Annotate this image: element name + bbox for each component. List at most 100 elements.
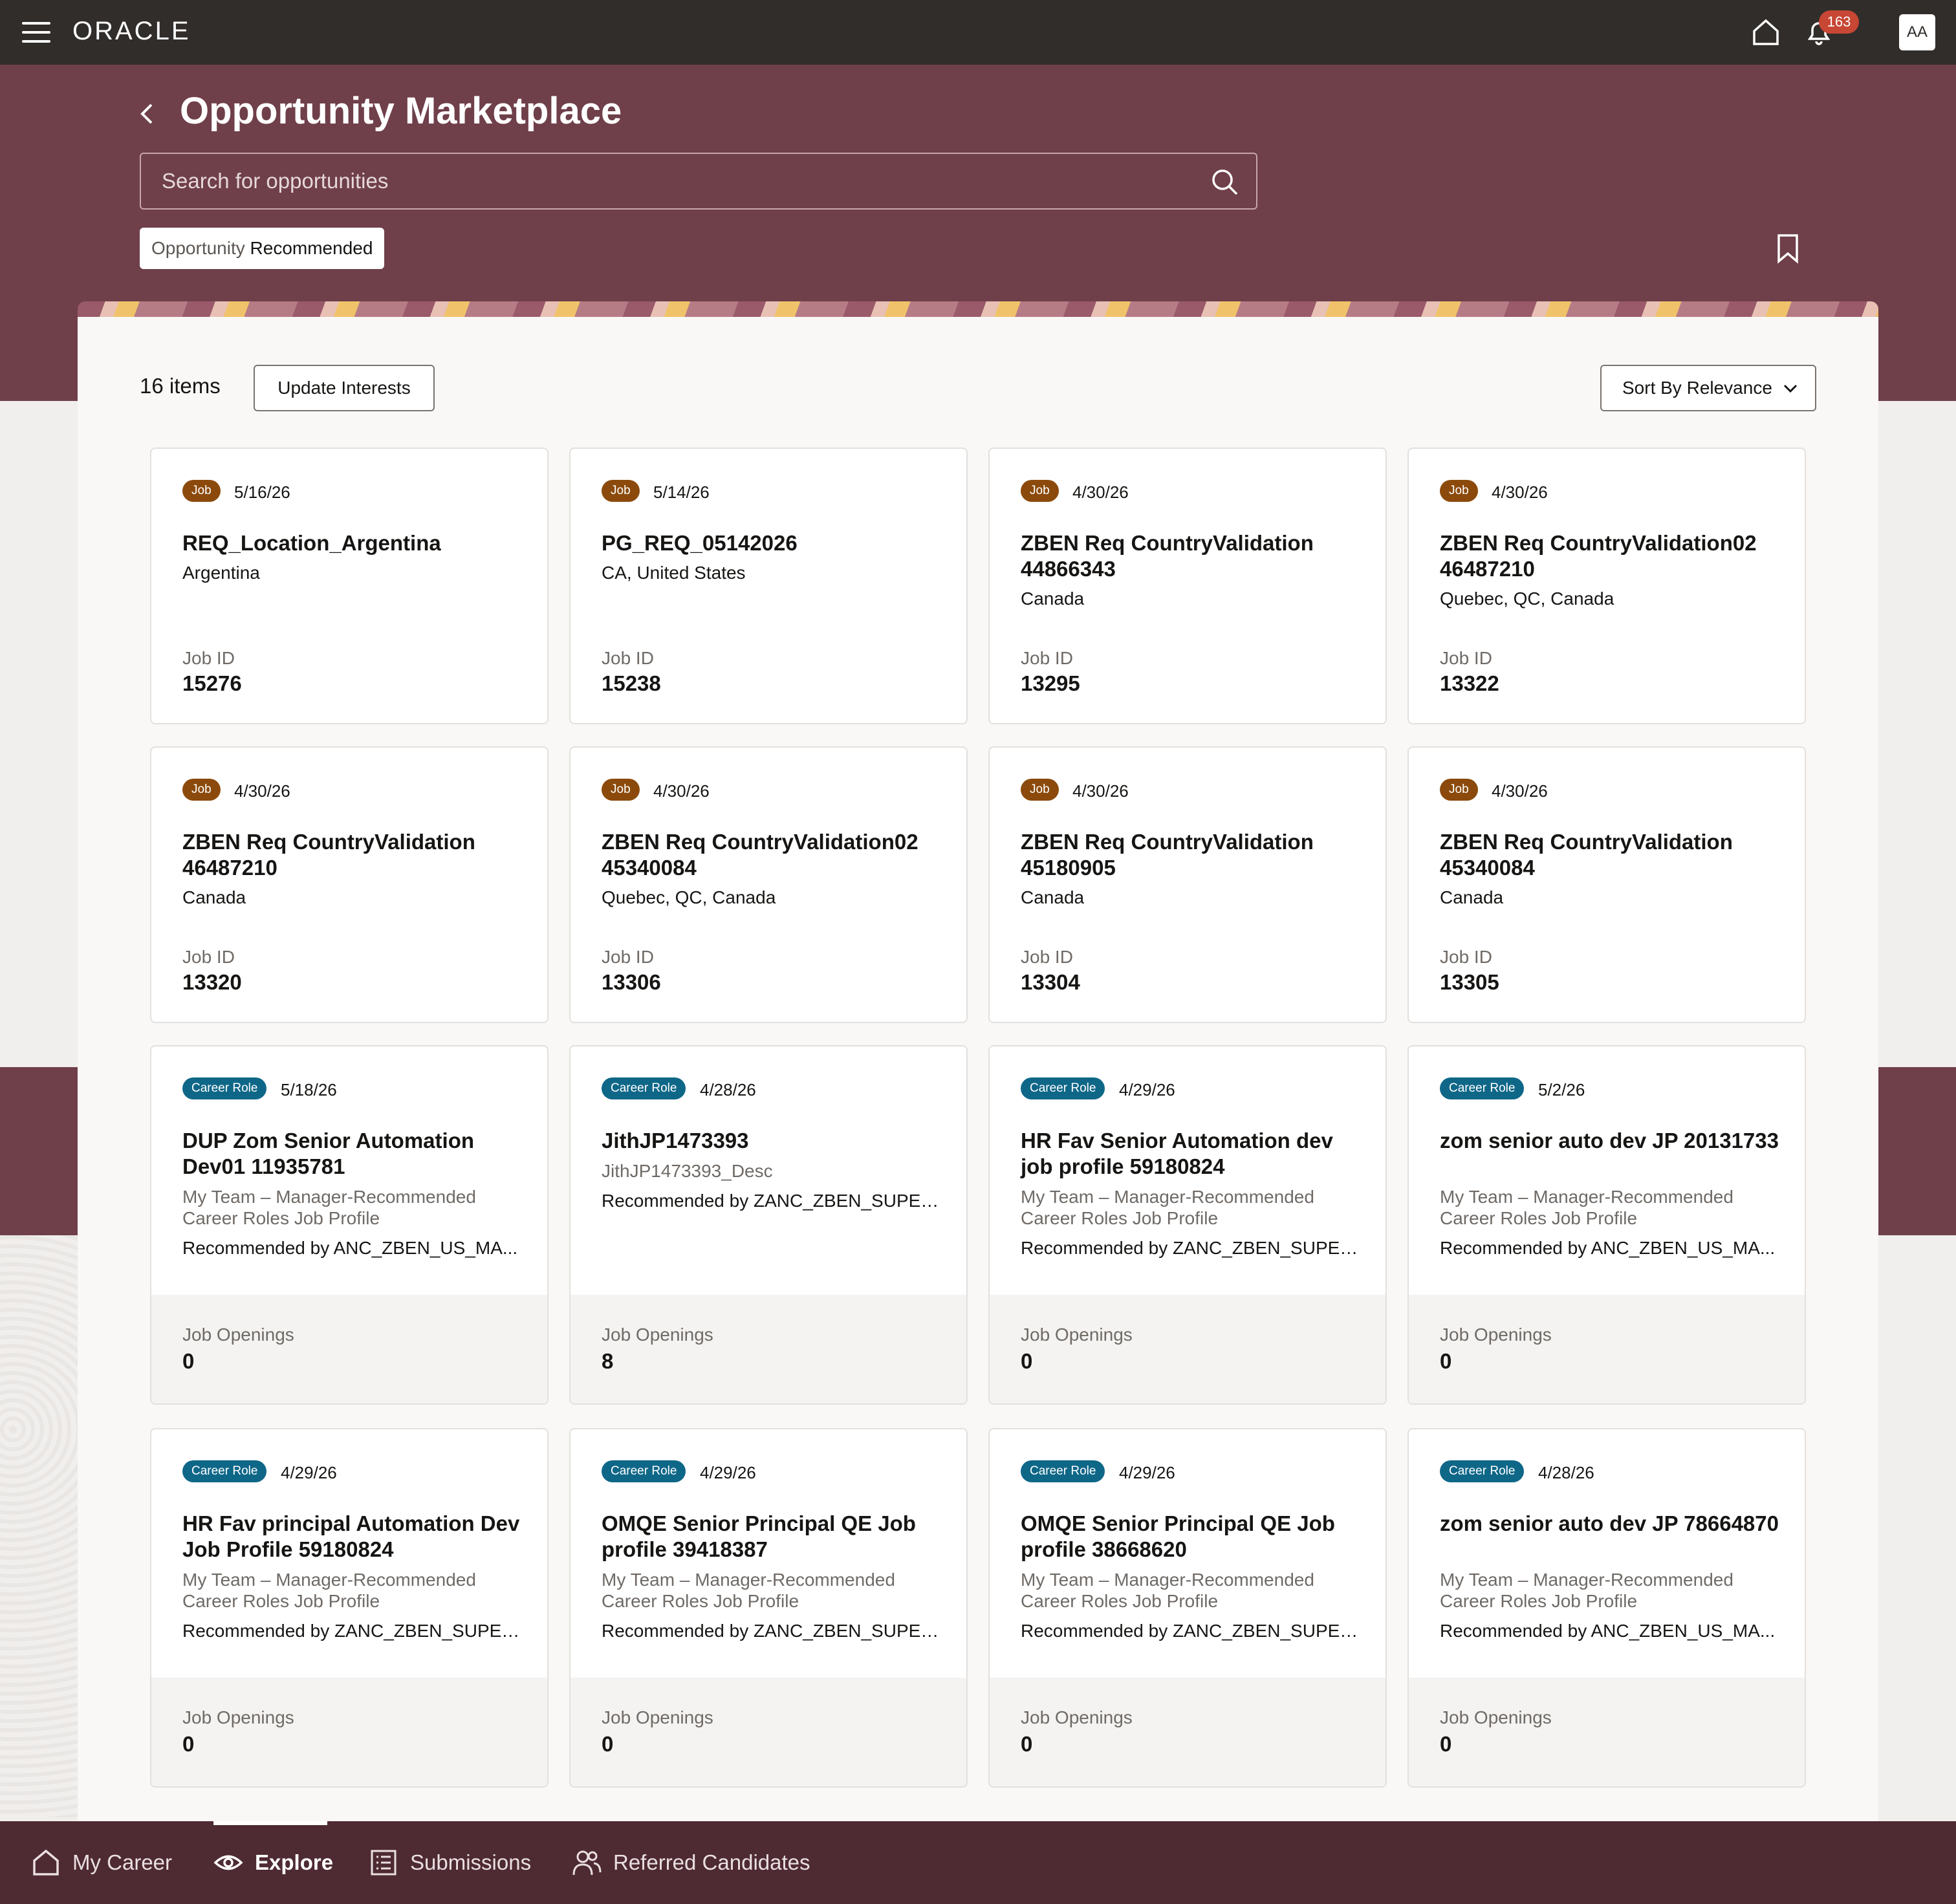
user-avatar[interactable]: AA [1899,14,1935,50]
filter-chip-opportunity[interactable]: Opportunity Recommended [140,228,385,269]
opportunity-title[interactable]: HR Fav principal Automation Dev Job Prof… [182,1511,532,1563]
opportunity-description: My Team – Manager-Recommended Career Rol… [1021,1187,1314,1228]
opportunity-title[interactable]: ZBEN Req CountryValidation 46487210 [182,829,532,881]
sort-dropdown[interactable]: Sort By Relevance [1600,365,1816,411]
posted-date: 4/28/26 [700,1080,756,1099]
opportunity-title[interactable]: HR Fav Senior Automation dev job profile… [1021,1128,1370,1180]
opportunity-title[interactable]: PG_REQ_05142026 [602,530,951,556]
job-openings-value: 0 [1440,1732,1452,1756]
recommended-by: Recommended by ZANC_ZBEN_SUPER... [1021,1238,1364,1258]
filter-chip-label: Opportunity [151,238,245,258]
nav-referred-candidates[interactable]: Referred Candidates [572,1821,810,1904]
location: Argentina [182,563,260,583]
global-header: ORACLE 163 AA [0,0,1956,65]
location: Quebec, QC, Canada [602,887,776,907]
recommended-by: Recommended by ANC_ZBEN_US_MA... [182,1238,518,1258]
posted-date: 4/29/26 [281,1463,337,1482]
opportunity-type-tag: Career Role [1021,1077,1105,1099]
opportunity-type-tag: Job [1021,480,1059,502]
opportunity-card[interactable]: Job 4/30/26 ZBEN Req CountryValidation 453… [1407,746,1806,1023]
opportunity-title[interactable]: ZBEN Req CountryValidation 45180905 [1021,829,1370,881]
job-openings-label: Job Openings [1021,1325,1133,1345]
opportunity-type-tag: Job [182,779,221,801]
job-openings-label: Job Openings [1440,1325,1552,1345]
job-id-value: 15276 [182,671,242,695]
opportunity-title[interactable]: OMQE Senior Principal QE Job profile 386… [1021,1511,1370,1563]
opportunity-title[interactable]: OMQE Senior Principal QE Job profile 394… [602,1511,951,1563]
people-icon [572,1850,602,1876]
opportunity-title[interactable]: zom senior auto dev JP 78664870 [1440,1511,1789,1537]
oracle-logo[interactable]: ORACLE [72,17,191,46]
opportunity-type-tag: Career Role [1021,1460,1105,1482]
nav-label: Referred Candidates [613,1850,810,1874]
opportunity-card[interactable]: Job 4/30/26 ZBEN Req CountryValidation02 4… [569,746,968,1023]
posted-date: 4/28/26 [1538,1463,1594,1482]
chevron-down-icon [1783,384,1798,393]
job-openings-label: Job Openings [1440,1707,1552,1727]
opportunity-card[interactable]: Career Role 5/18/26 DUP Zom Senior Automat… [150,1045,549,1405]
job-openings-value: 0 [182,1349,195,1373]
opportunity-card[interactable]: Job 4/30/26 ZBEN Req CountryValidation 448… [988,448,1387,724]
job-openings-label: Job Openings [602,1707,713,1727]
opportunity-card[interactable]: Career Role 4/29/26 HR Fav principal Autom… [150,1428,549,1788]
recommended-by: Recommended by ANC_ZBEN_US_MA... [1440,1238,1776,1258]
opportunity-card[interactable]: Career Role 4/28/26 JithJP1473393 JithJP147… [569,1045,968,1405]
opportunity-card[interactable]: Career Role 4/29/26 OMQE Senior Principal … [569,1428,968,1788]
location: CA, United States [602,563,746,583]
opportunity-card[interactable]: Career Role 4/29/26 HR Fav Senior Automati… [988,1045,1387,1405]
job-id-label: Job ID [1021,648,1073,668]
bottom-navigation: My Career Explore Submissions Referred C… [0,1821,1956,1904]
card-footer [990,1295,1386,1403]
opportunity-type-tag: Job [602,779,640,801]
opportunity-type-tag: Job [602,480,640,502]
opportunity-description: My Team – Manager-Recommended Career Rol… [182,1187,476,1228]
opportunity-card[interactable]: Career Role 4/28/26 zom senior auto dev JP… [1407,1428,1806,1788]
posted-date: 4/30/26 [1072,482,1129,502]
bookmark-icon[interactable] [1775,233,1801,264]
search-input[interactable] [141,154,1256,208]
opportunity-description: My Team – Manager-Recommended Career Rol… [602,1570,895,1611]
opportunity-title[interactable]: ZBEN Req CountryValidation 45340084 [1440,829,1789,881]
nav-explore[interactable]: Explore [213,1821,333,1904]
opportunity-card[interactable]: Job 4/30/26 ZBEN Req CountryValidation 464… [150,746,549,1023]
opportunity-card[interactable]: Job 5/16/26 REQ_Location_Argentina Argentin… [150,448,549,724]
job-openings-value: 8 [602,1349,614,1373]
opportunity-title[interactable]: REQ_Location_Argentina [182,530,532,556]
opportunity-title[interactable]: ZBEN Req CountryValidation02 46487210 [1440,530,1789,582]
nav-submissions[interactable]: Submissions [369,1821,531,1904]
opportunity-type-tag: Career Role [602,1077,686,1099]
opportunity-card[interactable]: Career Role 4/29/26 OMQE Senior Principal … [988,1428,1387,1788]
update-interests-button[interactable]: Update Interests [254,365,435,411]
opportunity-title[interactable]: zom senior auto dev JP 20131733 [1440,1128,1789,1154]
nav-label: Submissions [410,1850,532,1874]
page-title: Opportunity Marketplace [180,90,622,132]
job-id-value: 13295 [1021,671,1080,695]
opportunity-title[interactable]: JithJP1473393 [602,1128,951,1154]
opportunity-card[interactable]: Career Role 5/2/26 zom senior auto dev JP … [1407,1045,1806,1405]
opportunity-type-tag: Job [1021,779,1059,801]
job-id-value: 13322 [1440,671,1499,695]
back-arrow-icon[interactable] [135,98,160,129]
opportunity-card[interactable]: Job 4/30/26 ZBEN Req CountryValidation02 4… [1407,448,1806,724]
opportunity-description: My Team – Manager-Recommended Career Rol… [1440,1187,1733,1228]
home-icon[interactable] [1750,17,1781,48]
card-footer [570,1295,966,1403]
card-footer [570,1678,966,1786]
opportunity-card[interactable]: Job 4/30/26 ZBEN Req CountryValidation 451… [988,746,1387,1023]
job-id-label: Job ID [602,947,654,967]
nav-my-career[interactable]: My Career [31,1821,172,1904]
items-count: 16 items [140,374,221,398]
hamburger-menu-icon[interactable] [22,22,50,43]
job-id-value: 13320 [182,970,242,994]
card-footer [151,1295,547,1403]
posted-date: 5/2/26 [1538,1080,1585,1099]
opportunity-title[interactable]: ZBEN Req CountryValidation 44866343 [1021,530,1370,582]
opportunity-card[interactable]: Job 5/14/26 PG_REQ_05142026 CA, United Stat… [569,448,968,724]
posted-date: 4/29/26 [1119,1463,1175,1482]
nav-label: Explore [255,1850,334,1874]
search-icon[interactable] [1210,167,1239,197]
opportunity-title[interactable]: ZBEN Req CountryValidation02 45340084 [602,829,951,881]
posted-date: 4/29/26 [1119,1080,1175,1099]
job-id-value: 13305 [1440,970,1499,994]
opportunity-title[interactable]: DUP Zom Senior Automation Dev01 11935781 [182,1128,532,1180]
